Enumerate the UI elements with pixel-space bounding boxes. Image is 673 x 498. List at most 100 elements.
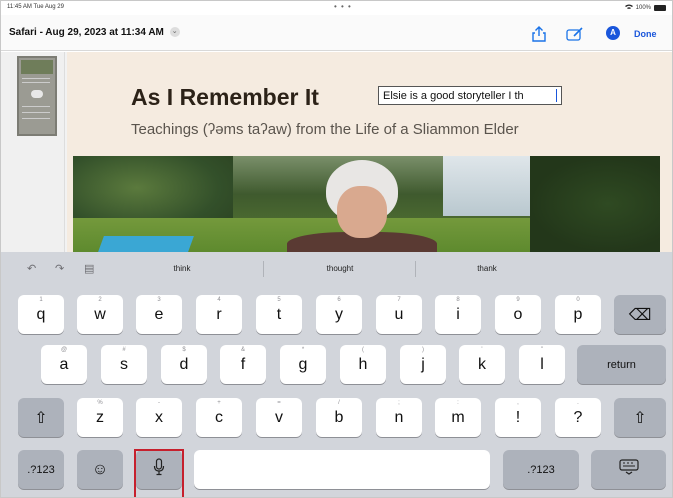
thumbnail-line — [22, 112, 50, 113]
elder-photo — [73, 156, 660, 252]
key-alt: ; — [398, 400, 400, 406]
key-d[interactable]: $ d — [161, 345, 207, 384]
key-alt: @ — [60, 347, 68, 353]
key-label: h — [358, 355, 368, 373]
thumbnail-line — [22, 78, 50, 79]
key-i[interactable]: 8i — [435, 295, 481, 334]
key-y[interactable]: 6y — [316, 295, 362, 334]
key-s[interactable]: # s — [101, 345, 147, 384]
content-area: As I Remember It Teachings (ʔəms taʔaw) … — [1, 52, 672, 252]
undo-icon[interactable]: ↶ — [27, 262, 36, 275]
onscreen-keyboard: ↶ ↷ ▤ think thought thank 1q 2w 3e 4r 5t… — [1, 252, 672, 497]
key-z[interactable]: % z — [77, 398, 123, 437]
key-label: x — [155, 408, 163, 426]
suggestion-2[interactable]: thought — [295, 264, 385, 273]
page-title: As I Remember It — [131, 84, 319, 110]
key-j[interactable]: ) j — [400, 345, 446, 384]
key-w[interactable]: 2w — [77, 295, 123, 334]
key-x[interactable]: -x — [136, 398, 182, 437]
key-g[interactable]: * g — [280, 345, 326, 384]
key-label: i — [456, 305, 460, 323]
key-e[interactable]: 3e — [136, 295, 182, 334]
space-bar[interactable] — [194, 450, 490, 489]
key-k[interactable]: ' k — [459, 345, 505, 384]
numbers-label: .?123 — [27, 463, 55, 476]
chevron-down-icon[interactable]: ⌄ — [169, 27, 180, 38]
key-c[interactable]: + c — [196, 398, 242, 437]
hide-keyboard-key[interactable] — [591, 450, 666, 489]
suggestion-bar: ↶ ↷ ▤ think thought thank — [1, 252, 672, 286]
key-label: l — [540, 355, 544, 373]
key-label: c — [215, 408, 223, 426]
text-annotation-field[interactable] — [378, 86, 562, 105]
suggestion-divider — [263, 261, 264, 277]
text-caret — [556, 89, 557, 102]
key-alt: 9 — [516, 297, 520, 303]
key-exclamation[interactable]: ,! — [495, 398, 541, 437]
key-alt: # — [122, 347, 126, 353]
key-label: y — [335, 305, 343, 323]
key-label: a — [59, 355, 69, 373]
key-alt: 6 — [337, 297, 341, 303]
screenshot-frame: 11:45 AM Tue Aug 29 • • • 100% Safari - … — [0, 0, 673, 498]
backspace-icon: ⌫ — [628, 306, 652, 324]
wifi-icon — [624, 4, 633, 12]
shift-icon: ⇧ — [633, 409, 647, 427]
key-alt: = — [277, 400, 281, 406]
key-label: v — [275, 408, 283, 426]
page-subtitle: Teachings (ʔəms taʔaw) from the Life of … — [131, 121, 519, 138]
key-u[interactable]: 7u — [376, 295, 422, 334]
key-q[interactable]: 1q — [18, 295, 64, 334]
suggestion-3[interactable]: thank — [442, 264, 532, 273]
numbers-key-right[interactable]: .?123 — [503, 450, 579, 489]
numbers-key-left[interactable]: .?123 — [18, 450, 64, 489]
key-h[interactable]: (h — [340, 345, 386, 384]
thumbnail-image — [21, 60, 53, 74]
key-a[interactable]: @ a — [41, 345, 87, 384]
key-label: q — [36, 305, 46, 323]
share-icon[interactable] — [532, 26, 548, 42]
shift-icon: ⇧ — [34, 409, 48, 427]
key-n[interactable]: ; n — [376, 398, 422, 437]
key-p[interactable]: 0p — [555, 295, 601, 334]
key-alt: & — [240, 347, 245, 353]
key-r[interactable]: 4r — [196, 295, 242, 334]
key-label: w — [94, 305, 106, 323]
dictation-key-highlight — [134, 449, 184, 497]
screenshot-title[interactable]: Safari - Aug 29, 2023 at 11:34 AM ⌄ — [9, 27, 180, 38]
key-label: o — [513, 305, 523, 323]
suggestion-1[interactable]: think — [137, 264, 227, 273]
key-t[interactable]: 5t — [256, 295, 302, 334]
page-thumbnail[interactable] — [17, 56, 57, 136]
photo-trees-right — [530, 156, 660, 252]
key-alt: * — [301, 347, 305, 353]
key-label: ? — [573, 408, 583, 426]
key-v[interactable]: = v — [256, 398, 302, 437]
return-key[interactable]: return — [577, 345, 666, 384]
key-label: j — [421, 355, 425, 373]
key-o[interactable]: 9o — [495, 295, 541, 334]
key-f[interactable]: & f — [220, 345, 266, 384]
key-label: e — [154, 305, 164, 323]
pen-tool-icon[interactable]: A — [606, 26, 620, 40]
shift-key-left[interactable]: ⇧ — [18, 398, 64, 437]
photo-bench — [98, 236, 194, 252]
status-right: 100% — [624, 4, 666, 12]
battery-percent: 100% — [635, 5, 651, 11]
backspace-key[interactable]: ⌫ — [614, 295, 666, 334]
emoji-icon: ☺ — [91, 460, 109, 478]
redo-icon[interactable]: ↷ — [55, 262, 64, 275]
emoji-key[interactable]: ☺ — [77, 450, 123, 489]
key-question[interactable]: .? — [555, 398, 601, 437]
paste-icon[interactable]: ▤ — [84, 262, 94, 275]
key-b[interactable]: / b — [316, 398, 362, 437]
key-m[interactable]: :m — [435, 398, 481, 437]
key-alt: 8 — [456, 297, 460, 303]
done-button[interactable]: Done — [634, 29, 657, 39]
shift-key-right[interactable]: ⇧ — [614, 398, 666, 437]
key-l[interactable]: " l — [519, 345, 565, 384]
key-alt: % — [97, 400, 103, 406]
key-label: g — [298, 355, 308, 373]
markup-pen-icon[interactable] — [566, 26, 583, 42]
key-label: d — [179, 355, 189, 373]
